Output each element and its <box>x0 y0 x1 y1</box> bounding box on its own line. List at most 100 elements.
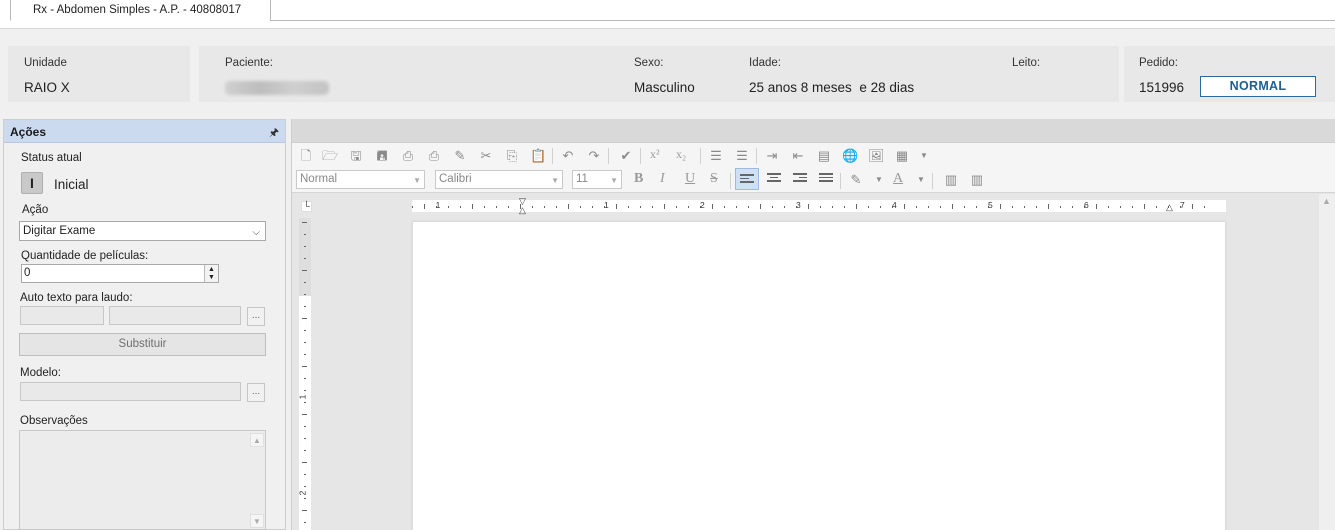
insert-table-icon[interactable]: ▦ <box>894 148 910 164</box>
tab-exam[interactable]: Rx - Abdomen Simples - A.P. - 40808017 <box>10 0 271 21</box>
vruler-tick <box>302 414 307 415</box>
insert-image-icon[interactable]: 🖼 <box>868 148 885 164</box>
stepper-up-icon[interactable]: ▲ <box>208 266 215 273</box>
save-icon[interactable]: 🖫 <box>348 148 364 164</box>
vertical-ruler[interactable]: 12 <box>297 218 311 530</box>
ruler-number: 3 <box>796 200 801 210</box>
ruler-tick <box>1036 206 1037 208</box>
edit-document-icon[interactable]: ✎ <box>452 148 468 164</box>
status-code-badge: I <box>21 172 43 194</box>
stepper-buttons[interactable]: ▲ ▼ <box>204 265 218 282</box>
font-family-combo[interactable]: Calibri ▼ <box>435 170 563 189</box>
stepper-down-icon[interactable]: ▼ <box>208 274 215 281</box>
print-preview-icon[interactable]: ⎙ <box>426 148 442 164</box>
substituir-button[interactable]: Substituir <box>19 333 266 356</box>
ruler-tick <box>1144 204 1145 209</box>
toolbar-separator <box>608 148 609 164</box>
align-right-icon[interactable] <box>793 173 807 185</box>
paragraph-style-value: Normal <box>300 173 338 185</box>
vruler-tick <box>302 318 307 319</box>
toolbar-separator <box>840 173 841 189</box>
increase-indent-icon[interactable]: ⇥ <box>764 148 780 164</box>
editor-vertical-scrollbar[interactable]: ▲ <box>1319 194 1335 530</box>
bullet-list-icon[interactable]: ☰ <box>734 148 750 164</box>
modelo-label: Modelo: <box>20 367 61 379</box>
ruler-tick <box>964 206 965 208</box>
font-size-value: 11 <box>576 173 588 185</box>
ruler-tick <box>712 204 713 209</box>
ruler-tick <box>940 206 941 208</box>
ruler-tick <box>580 206 581 208</box>
quantidade-stepper[interactable]: 0 ▲ ▼ <box>21 264 219 283</box>
ruler-tick <box>460 206 461 208</box>
subscript-icon[interactable]: x₂ <box>676 147 686 162</box>
ruler-tick <box>1108 206 1109 208</box>
underline-icon[interactable]: U <box>685 171 695 187</box>
new-document-icon[interactable]: 🗋 <box>298 148 314 164</box>
superscript-icon[interactable]: x² <box>650 147 660 162</box>
pin-icon[interactable]: 🖈 <box>269 124 279 143</box>
copy-icon[interactable]: ⎘ <box>504 148 520 164</box>
numbered-list-icon[interactable]: ☰ <box>708 148 724 164</box>
undo-icon[interactable]: ↶ <box>560 148 576 164</box>
auto-texto-code-field[interactable] <box>20 306 104 325</box>
highlight-icon[interactable]: ✎ <box>848 172 864 188</box>
ruler-tick <box>736 206 737 208</box>
italic-icon[interactable]: I <box>660 171 665 187</box>
page-settings-icon[interactable]: ▥ <box>969 172 985 188</box>
auto-texto-browse-button[interactable]: ... <box>247 307 265 326</box>
prioridade-button[interactable]: NORMAL <box>1200 76 1316 97</box>
scroll-up-icon[interactable]: ▲ <box>250 433 264 447</box>
align-left-icon <box>740 174 754 186</box>
redo-icon[interactable]: ↷ <box>586 148 602 164</box>
cut-icon[interactable]: ✂ <box>478 148 494 164</box>
left-indent-marker[interactable]: △ <box>519 206 526 215</box>
document-page[interactable] <box>412 221 1226 530</box>
paste-icon[interactable]: 📋 <box>530 148 546 164</box>
align-left-button[interactable] <box>735 168 759 190</box>
table-dropdown-icon[interactable]: ▼ <box>916 148 932 164</box>
align-center-icon[interactable] <box>767 173 781 185</box>
ruler-tick <box>676 206 677 208</box>
toolbar-separator <box>932 173 933 189</box>
spellcheck-icon[interactable]: ✔ <box>618 148 634 164</box>
unidade-card: Unidade RAIO X <box>8 46 190 102</box>
vruler-tick <box>304 330 306 331</box>
observacoes-textarea[interactable]: ▲ ▼ <box>19 430 266 530</box>
modelo-field[interactable] <box>20 382 241 401</box>
acao-select[interactable]: Digitar Exame ⌵ <box>19 221 266 241</box>
decrease-indent-icon[interactable]: ⇤ <box>790 148 806 164</box>
vruler-tick <box>304 258 306 259</box>
font-color-icon[interactable]: A <box>893 171 903 187</box>
ruler-number: 6 <box>1084 200 1089 210</box>
tab-exam-label: Rx - Abdomen Simples - A.P. - 40808017 <box>33 4 242 16</box>
auto-texto-label: Auto texto para laudo: <box>20 292 133 304</box>
vruler-tick <box>304 378 306 379</box>
vruler-tick <box>304 474 306 475</box>
font-size-combo[interactable]: 11 ▼ <box>572 170 622 189</box>
hyperlink-icon[interactable]: 🌐 <box>842 148 858 164</box>
horizontal-ruler[interactable]: 11234567 ▽ △ △ <box>412 197 1226 215</box>
paragraph-settings-icon[interactable]: ▥ <box>943 172 959 188</box>
vruler-tick <box>302 462 307 463</box>
open-folder-icon[interactable]: 🗁 <box>322 148 338 164</box>
print-icon[interactable]: ⎙ <box>400 148 416 164</box>
tab-stop-selector[interactable]: └ <box>301 201 312 212</box>
right-indent-marker[interactable]: △ <box>1166 203 1173 212</box>
save-all-icon[interactable]: 🖪 <box>374 148 390 164</box>
bold-icon[interactable]: B <box>634 171 643 187</box>
ruler-number: 2 <box>700 200 705 210</box>
font-color-dropdown-icon[interactable]: ▼ <box>913 172 929 188</box>
modelo-browse-button[interactable]: ... <box>247 383 265 402</box>
scroll-down-icon[interactable]: ▼ <box>250 514 264 528</box>
page-break-icon[interactable]: ▤ <box>816 148 832 164</box>
ruler-tick <box>1132 206 1133 208</box>
justify-icon[interactable] <box>819 173 833 185</box>
toolbar-separator <box>700 148 701 164</box>
auto-texto-desc-field[interactable] <box>109 306 241 325</box>
highlight-dropdown-icon[interactable]: ▼ <box>871 172 887 188</box>
strikethrough-icon[interactable]: S <box>710 171 718 187</box>
paragraph-style-combo[interactable]: Normal ▼ <box>296 170 425 189</box>
scroll-up-icon[interactable]: ▲ <box>1322 196 1331 206</box>
vruler-tick <box>304 342 306 343</box>
